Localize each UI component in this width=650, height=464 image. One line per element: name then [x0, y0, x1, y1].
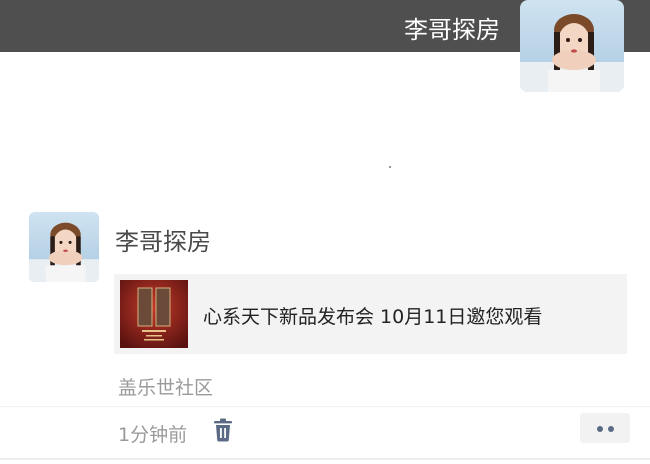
shared-link-card[interactable]: 心系天下新品发布会 10月11日邀您观看 — [114, 274, 627, 354]
more-options-button[interactable] — [580, 413, 630, 443]
avatar-photo — [29, 212, 99, 282]
share-title: 心系天下新品发布会 10月11日邀您观看 — [203, 306, 543, 328]
author-avatar[interactable] — [29, 212, 99, 282]
bottom-divider — [0, 458, 650, 460]
location-link[interactable]: 盖乐世社区 — [118, 373, 213, 400]
more-dots-icon — [597, 426, 603, 432]
header-title: 李哥探房 — [404, 16, 500, 44]
stray-dot — [389, 166, 391, 168]
author-name[interactable]: 李哥探房 — [115, 222, 211, 257]
share-thumbnail — [120, 280, 188, 348]
post-time: 1分钟前 — [118, 424, 188, 446]
divider — [0, 406, 650, 407]
trash-icon[interactable] — [212, 418, 234, 442]
more-dots-icon — [608, 426, 614, 432]
avatar-photo — [520, 0, 624, 92]
profile-avatar[interactable] — [520, 0, 624, 92]
event-poster-image — [120, 280, 188, 348]
